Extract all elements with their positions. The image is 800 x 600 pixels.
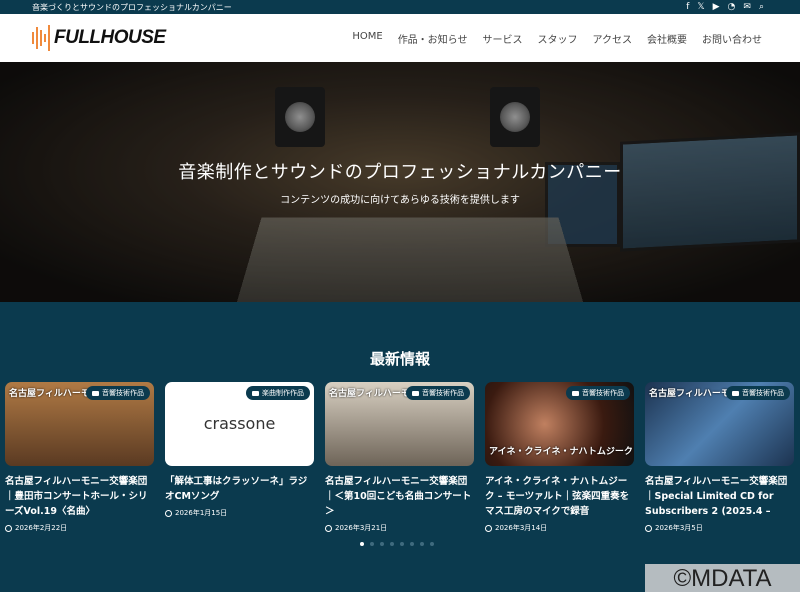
news-card[interactable]: 名古屋フィルハーモ 音響技術作品 名古屋フィルハーモニー交響楽団｜＜第10回こども…: [325, 382, 474, 533]
card-thumbnail[interactable]: アイネ・クライネ・ナハトムジーク 音響技術作品: [485, 382, 634, 466]
page-dot[interactable]: [420, 542, 424, 546]
nav-access[interactable]: アクセス: [593, 31, 633, 46]
folder-icon: [92, 390, 99, 396]
watermark: ©MDATA: [645, 564, 800, 592]
card-date: 2026年3月21日: [335, 524, 388, 532]
page-dot[interactable]: [370, 542, 374, 546]
clock-icon: [645, 524, 652, 532]
logo-text: FULLHOUSE: [54, 27, 166, 48]
news-card[interactable]: 名古屋フィルハーモ 音響技術作品 名古屋フィルハーモニー交響楽団｜豊田市コンサート…: [5, 382, 154, 533]
page-dot[interactable]: [430, 542, 434, 546]
card-date: 2026年1月15日: [175, 509, 228, 517]
header: FULLHOUSE HOME 作品・お知らせ サービス スタッフ アクセス 会社…: [0, 14, 800, 62]
news-card[interactable]: 名古屋フィルハーモ 音響技術作品 名古屋フィルハーモニー交響楽団｜Special …: [645, 382, 794, 533]
nav-home[interactable]: HOME: [352, 31, 382, 46]
card-date: 2026年3月5日: [655, 524, 703, 532]
search-icon[interactable]: ⌕: [759, 2, 764, 12]
news-card[interactable]: crassone 楽曲制作作品 「解体工事はクラッソーネ」ラジオCMソング 202…: [165, 382, 314, 533]
card-date: 2026年2月22日: [15, 524, 68, 532]
nav-staff[interactable]: スタッフ: [538, 31, 578, 46]
card-title[interactable]: 名古屋フィルハーモニー交響楽団｜豊田市コンサートホール・シリーズVol.19〈名…: [5, 474, 154, 519]
card-thumbnail[interactable]: 名古屋フィルハーモ 音響技術作品: [325, 382, 474, 466]
news-section: 最新情報 名古屋フィルハーモ 音響技術作品 名古屋フィルハーモニー交響楽団｜豊田市…: [0, 302, 800, 592]
news-card[interactable]: アイネ・クライネ・ナハトムジーク 音響技術作品 アイネ・クライネ・ナハトムジーク …: [485, 382, 634, 533]
nav-services[interactable]: サービス: [483, 31, 523, 46]
main-nav: HOME 作品・お知らせ サービス スタッフ アクセス 会社概要 お問い合わせ: [352, 31, 762, 46]
social-icons: f 𝕏 ▶ ◔ ✉ ⌕: [686, 2, 764, 12]
news-carousel: 名古屋フィルハーモ 音響技術作品 名古屋フィルハーモニー交響楽団｜豊田市コンサート…: [5, 382, 794, 533]
category-badge[interactable]: 音響技術作品: [406, 386, 470, 400]
page-dot[interactable]: [400, 542, 404, 546]
mail-icon[interactable]: ✉: [743, 2, 751, 12]
folder-icon: [252, 390, 259, 396]
x-icon[interactable]: 𝕏: [697, 2, 704, 12]
logo-bars-icon: [32, 25, 50, 51]
card-thumbnail[interactable]: 名古屋フィルハーモ 音響技術作品: [5, 382, 154, 466]
hero-title: 音楽制作とサウンドのプロフェッショナルカンパニー: [178, 162, 622, 183]
category-badge[interactable]: 楽曲制作作品: [246, 386, 310, 400]
card-title[interactable]: 名古屋フィルハーモニー交響楽団｜Special Limited CD for S…: [645, 474, 794, 519]
clock-icon: [165, 509, 172, 517]
rss-icon[interactable]: ◔: [728, 2, 736, 12]
card-title[interactable]: 「解体工事はクラッソーネ」ラジオCMソング: [165, 474, 314, 504]
card-thumbnail[interactable]: 名古屋フィルハーモ 音響技術作品: [645, 382, 794, 466]
folder-icon: [412, 390, 419, 396]
category-badge[interactable]: 音響技術作品: [726, 386, 790, 400]
hero-banner: 音楽制作とサウンドのプロフェッショナルカンパニー コンテンツの成功に向けてあらゆ…: [0, 62, 800, 302]
category-badge[interactable]: 音響技術作品: [566, 386, 630, 400]
nav-contact[interactable]: お問い合わせ: [702, 31, 762, 46]
carousel-pagination: [360, 542, 434, 546]
category-badge[interactable]: 音響技術作品: [86, 386, 150, 400]
nav-works-news[interactable]: 作品・お知らせ: [398, 31, 468, 46]
folder-icon: [732, 390, 739, 396]
page-dot[interactable]: [380, 542, 384, 546]
nav-company[interactable]: 会社概要: [647, 31, 687, 46]
card-date: 2026年3月14日: [495, 524, 548, 532]
top-bar: 音楽づくりとサウンドのプロフェッショナルカンパニー f 𝕏 ▶ ◔ ✉ ⌕: [0, 0, 800, 14]
card-thumbnail[interactable]: crassone 楽曲制作作品: [165, 382, 314, 466]
clock-icon: [325, 524, 332, 532]
logo[interactable]: FULLHOUSE: [32, 25, 166, 51]
page-dot[interactable]: [410, 542, 414, 546]
page-dot[interactable]: [360, 542, 364, 546]
tagline: 音楽づくりとサウンドのプロフェッショナルカンパニー: [32, 2, 232, 12]
clock-icon: [5, 524, 12, 532]
clock-icon: [485, 524, 492, 532]
crassone-logo: crassone: [203, 414, 276, 433]
card-title[interactable]: 名古屋フィルハーモニー交響楽団｜＜第10回こども名曲コンサート＞: [325, 474, 474, 519]
folder-icon: [572, 390, 579, 396]
facebook-icon[interactable]: f: [686, 2, 689, 12]
hero-subtitle: コンテンツの成功に向けてあらゆる技術を提供します: [280, 195, 520, 206]
card-title[interactable]: アイネ・クライネ・ナハトムジーク – モーツァルト｜弦楽四重奏をマス工房のマイク…: [485, 474, 634, 519]
news-heading: 最新情報: [369, 350, 430, 368]
youtube-icon[interactable]: ▶: [713, 2, 720, 12]
page-dot[interactable]: [390, 542, 394, 546]
